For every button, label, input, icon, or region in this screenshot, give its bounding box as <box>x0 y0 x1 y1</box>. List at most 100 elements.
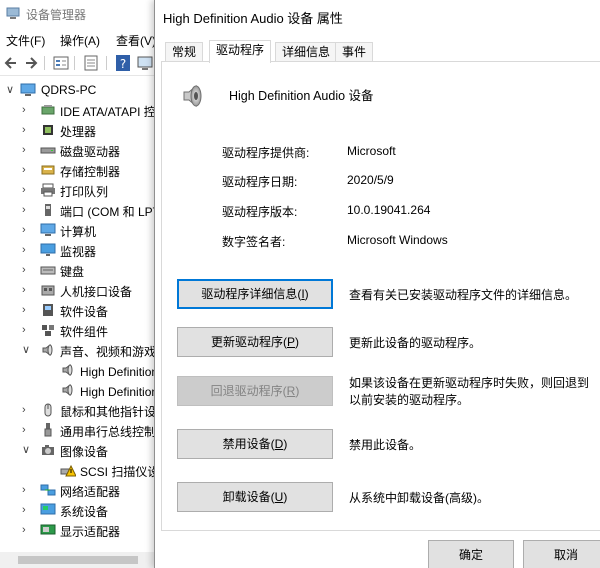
tab-details[interactable]: 详细信息 <box>275 42 338 62</box>
driver-date-value: 2020/5/9 <box>347 173 394 187</box>
tab-events[interactable]: 事件 <box>335 42 374 62</box>
tree-category-item[interactable]: › 人机接口设备 <box>0 280 160 300</box>
scrollbar-thumb[interactable] <box>18 556 138 564</box>
tree-item-label: 打印队列 <box>60 185 109 199</box>
tree-item-label: 图像设备 <box>60 445 109 459</box>
tree-category-item[interactable]: › 通用串行总线控制器 <box>0 420 160 440</box>
monitor-scan-icon[interactable] <box>136 54 154 72</box>
collapsed-chevron-icon[interactable]: › <box>22 123 32 137</box>
cancel-button[interactable]: 取消 <box>523 540 600 568</box>
software-component-icon <box>42 325 54 336</box>
tree-item-label: 软件组件 <box>60 325 109 339</box>
collapsed-chevron-icon[interactable]: › <box>22 403 32 417</box>
tree-category-item[interactable]: › 处理器 <box>0 120 160 140</box>
tree-category-item[interactable]: › 打印队列 <box>0 180 160 200</box>
tree-category-item[interactable]: › 软件组件 <box>0 320 160 340</box>
tree-category-item[interactable]: › 网络适配器 <box>0 480 160 500</box>
collapsed-chevron-icon[interactable]: › <box>22 523 32 537</box>
tree-item-label: 声音、视频和游戏控制器 <box>60 345 160 359</box>
collapsed-chevron-icon[interactable]: › <box>22 243 32 257</box>
driver-version-label: 驱动程序版本: <box>222 205 298 219</box>
tab-driver[interactable]: 驱动程序 <box>209 40 272 63</box>
collapsed-chevron-icon[interactable]: › <box>22 263 32 277</box>
button-label: 驱动程序详细信息( <box>201 287 302 301</box>
tab-general[interactable]: 常规 <box>165 42 204 62</box>
button-suffix: ) <box>304 287 309 301</box>
tree-category-item[interactable]: › 系统设备 <box>0 500 160 520</box>
horizontal-scrollbar[interactable] <box>0 552 160 568</box>
tree-child-item[interactable]: High Definition Audio 设备 <box>0 360 160 380</box>
svg-text:?: ? <box>120 57 126 71</box>
tree-category-item[interactable]: › 键盘 <box>0 260 160 280</box>
properties-icon[interactable] <box>52 54 70 72</box>
device-tree: ∨ QDRS-PC › IDE ATA/ATAPI 控制器 › 处理器 › 磁盘驱动器 › 存… <box>0 80 160 550</box>
computer-icon <box>40 223 56 236</box>
camera-icon <box>42 445 54 455</box>
collapsed-chevron-icon[interactable]: › <box>22 323 32 337</box>
scanner-warning-icon <box>60 464 76 477</box>
tree-item-label: High Definition Audio 设备 <box>80 385 160 399</box>
collapsed-chevron-icon[interactable]: › <box>22 303 32 317</box>
mouse-icon <box>44 403 52 417</box>
tree-item-label: SCSI 扫描仪设备 <box>80 465 160 479</box>
tree-item-label: 端口 (COM 和 LPT) <box>60 205 160 219</box>
collapsed-chevron-icon[interactable]: › <box>22 163 32 177</box>
menu-file[interactable]: 文件(F) <box>6 32 45 49</box>
device-manager-title: 设备管理器 <box>26 8 87 22</box>
tree-category-item[interactable]: ∨ 声音、视频和游戏控制器 <box>0 340 160 360</box>
back-arrow-icon[interactable] <box>2 54 20 72</box>
update-driver-button[interactable]: 更新驱动程序(P) <box>177 327 333 357</box>
tree-child-item[interactable]: High Definition Audio 设备 <box>0 380 160 400</box>
display-adapter-icon <box>40 524 56 535</box>
tree-category-item[interactable]: › 计算机 <box>0 220 160 240</box>
ok-button[interactable]: 确定 <box>428 540 514 568</box>
tree-item-label: IDE ATA/ATAPI 控制器 <box>60 105 160 119</box>
digital-signer-label: 数字签名者: <box>222 235 286 249</box>
tree-root[interactable]: ∨ QDRS-PC <box>0 80 160 100</box>
disable-device-button[interactable]: 禁用设备(D) <box>177 429 333 459</box>
tree-category-item[interactable]: › IDE ATA/ATAPI 控制器 <box>0 100 160 120</box>
collapsed-chevron-icon[interactable]: › <box>22 183 32 197</box>
tree-category-item[interactable]: › 鼠标和其他指针设备 <box>0 400 160 420</box>
tree-category-item[interactable]: ∨ 图像设备 <box>0 440 160 460</box>
expanded-chevron-icon[interactable]: ∨ <box>22 343 32 357</box>
tree-item-label: 显示适配器 <box>60 525 121 539</box>
button-label: 更新驱动程序( <box>210 335 287 349</box>
tree-item-label: 通用串行总线控制器 <box>60 425 160 439</box>
tree-category-item[interactable]: › 磁盘驱动器 <box>0 140 160 160</box>
collapsed-chevron-icon[interactable]: › <box>22 483 32 497</box>
button-label: 禁用设备( <box>222 437 275 451</box>
collapsed-chevron-icon[interactable]: › <box>22 283 32 297</box>
keyboard-icon <box>40 266 56 275</box>
tree-item-label: 处理器 <box>60 125 97 139</box>
tree-item-label: 软件设备 <box>60 305 109 319</box>
hid-icon <box>41 285 55 296</box>
tree-child-item[interactable]: SCSI 扫描仪设备 <box>0 460 160 480</box>
tree-category-item[interactable]: › 存储控制器 <box>0 160 160 180</box>
expanded-chevron-icon[interactable]: ∨ <box>6 83 16 97</box>
tree-category-item[interactable]: › 显示适配器 <box>0 520 160 540</box>
uninstall-device-button[interactable]: 卸载设备(U) <box>177 482 333 512</box>
forward-arrow-icon[interactable] <box>22 54 40 72</box>
driver-details-button[interactable]: 驱动程序详细信息(I) <box>177 279 333 309</box>
tree-category-item[interactable]: › 监视器 <box>0 240 160 260</box>
tree-category-item[interactable]: › 软件设备 <box>0 300 160 320</box>
document-icon[interactable] <box>82 54 100 72</box>
collapsed-chevron-icon[interactable]: › <box>22 503 32 517</box>
tree-category-item[interactable]: › 端口 (COM 和 LPT) <box>0 200 160 220</box>
computer-icon <box>20 83 36 96</box>
tree-item-label: 系统设备 <box>60 505 109 519</box>
usb-icon <box>44 423 52 437</box>
collapsed-chevron-icon[interactable]: › <box>22 143 32 157</box>
collapsed-chevron-icon[interactable]: › <box>22 423 32 437</box>
expanded-chevron-icon[interactable]: ∨ <box>22 443 32 457</box>
driver-version-value: 10.0.19041.264 <box>347 203 431 217</box>
help-icon[interactable]: ? <box>114 54 132 72</box>
collapsed-chevron-icon[interactable]: › <box>22 203 32 217</box>
menu-view[interactable]: 查看(V) <box>116 32 156 49</box>
collapsed-chevron-icon[interactable]: › <box>22 103 32 117</box>
menu-action[interactable]: 操作(A) <box>60 32 100 49</box>
toolbar-separator <box>106 56 107 70</box>
rollback-driver-button[interactable]: 回退驱动程序(R) <box>177 376 333 406</box>
collapsed-chevron-icon[interactable]: › <box>22 223 32 237</box>
